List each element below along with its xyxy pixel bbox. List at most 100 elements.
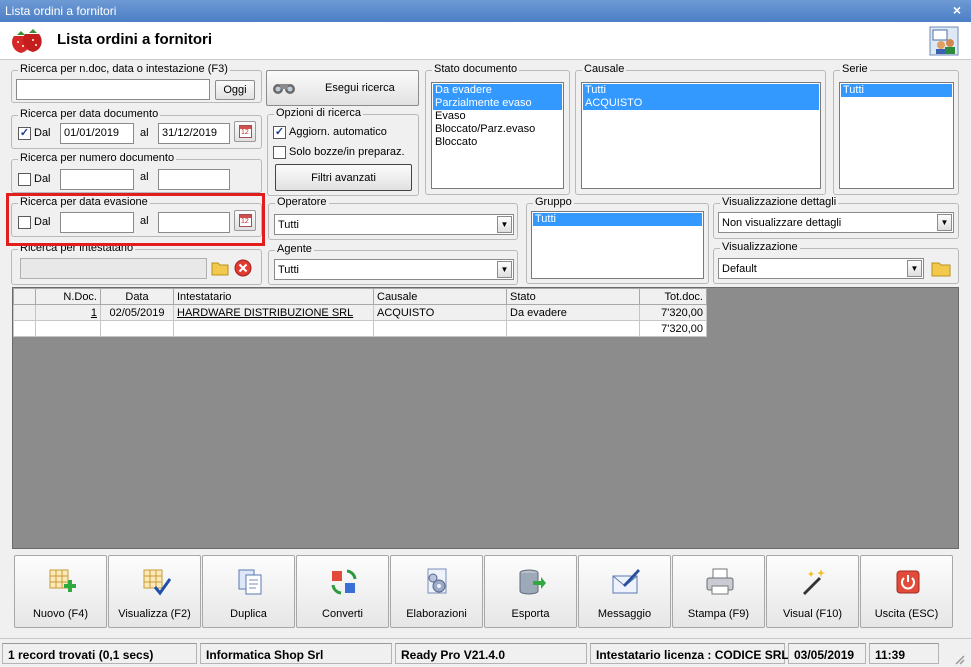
cell-causale: ACQUISTO bbox=[373, 304, 507, 321]
users-help-icon[interactable] bbox=[929, 26, 959, 56]
doc-date-label: Ricerca per data documento bbox=[18, 108, 161, 120]
export-button-label: Esporta bbox=[511, 608, 550, 620]
list-item[interactable]: Bloccato/Parz.evaso bbox=[433, 123, 562, 136]
doc-number-dal-label: Dal bbox=[34, 173, 51, 185]
list-item[interactable]: Da evadere bbox=[433, 84, 562, 97]
cell-ndoc[interactable]: 1 bbox=[35, 304, 101, 321]
view-grid-icon bbox=[143, 569, 171, 596]
detail-view-select[interactable]: Non visualizzare dettagli ▼ bbox=[718, 212, 954, 233]
list-item[interactable]: Evaso bbox=[433, 110, 562, 123]
close-icon[interactable]: × bbox=[953, 2, 961, 18]
list-item[interactable]: Bloccato bbox=[433, 136, 562, 149]
new-button[interactable]: Nuovo (F4) bbox=[14, 555, 107, 628]
operatore-group: Operatore Tutti ▼ bbox=[268, 196, 518, 240]
export-button[interactable]: Esporta bbox=[484, 555, 577, 628]
resize-grip-icon[interactable] bbox=[953, 653, 965, 665]
cell-intestatario[interactable]: HARDWARE DISTRIBUZIONE SRL bbox=[173, 304, 374, 321]
print-button[interactable]: Stampa (F9) bbox=[672, 555, 765, 628]
owner-input[interactable] bbox=[20, 258, 207, 279]
doc-date-from-input[interactable]: 01/01/2019 bbox=[60, 123, 134, 144]
page-header: Lista ordini a fornitori bbox=[0, 22, 971, 60]
convert-icon bbox=[331, 569, 357, 595]
folder-icon[interactable] bbox=[931, 258, 951, 278]
empty-cell bbox=[100, 320, 174, 337]
doc-date-al-label: al bbox=[140, 127, 149, 139]
chevron-down-icon[interactable]: ▼ bbox=[937, 214, 952, 231]
col-header[interactable]: Intestatario bbox=[173, 288, 374, 305]
col-header[interactable]: Tot.doc. bbox=[639, 288, 707, 305]
visual-button[interactable]: Visual (F10) bbox=[766, 555, 859, 628]
list-item[interactable]: Tutti bbox=[841, 84, 952, 97]
duplicate-icon bbox=[238, 569, 262, 595]
status-version: Ready Pro V21.4.0 bbox=[395, 643, 587, 664]
status-time: 11:39 bbox=[869, 643, 939, 664]
duplicate-button[interactable]: Duplica bbox=[202, 555, 295, 628]
search-button[interactable]: Esegui ricerca bbox=[266, 70, 419, 106]
detail-view-group: Visualizzazione dettagli Non visualizzar… bbox=[713, 196, 959, 239]
operatore-select[interactable]: Tutti ▼ bbox=[274, 214, 514, 235]
operatore-value: Tutti bbox=[278, 219, 299, 231]
col-header[interactable]: Stato bbox=[506, 288, 640, 305]
table-total-row: 7'320,00 bbox=[13, 320, 707, 337]
search-input[interactable] bbox=[16, 79, 210, 100]
auto-update-label: Aggiorn. automatico bbox=[289, 126, 387, 138]
magic-wand-icon bbox=[803, 569, 825, 595]
convert-button[interactable]: Converti bbox=[296, 555, 389, 628]
drafts-label: Solo bozze/in preparaz. bbox=[289, 146, 405, 158]
drafts-checkbox[interactable] bbox=[273, 146, 286, 159]
clear-icon[interactable] bbox=[234, 259, 252, 277]
orders-table: N.Doc. Data Intestatario Causale Stato T… bbox=[13, 288, 707, 337]
empty-cell bbox=[173, 320, 374, 337]
serie-list[interactable]: Tutti bbox=[839, 82, 954, 189]
chevron-down-icon[interactable]: ▼ bbox=[497, 261, 512, 278]
col-header[interactable]: Causale bbox=[373, 288, 507, 305]
cell-stato: Da evadere bbox=[506, 304, 640, 321]
doc-date-calendar-button[interactable]: 12 bbox=[234, 121, 256, 142]
status-license: Intestatario licenza : CODICE SRL bbox=[590, 643, 789, 664]
evasion-date-highlight bbox=[6, 193, 265, 246]
col-header[interactable]: N.Doc. bbox=[35, 288, 101, 305]
doc-number-checkbox[interactable] bbox=[18, 173, 31, 186]
col-header[interactable]: Data bbox=[100, 288, 174, 305]
search-button-label: Esegui ricerca bbox=[325, 82, 395, 94]
chevron-down-icon[interactable]: ▼ bbox=[497, 216, 512, 233]
doc-number-from-input[interactable] bbox=[60, 169, 134, 190]
doc-state-label: Stato documento bbox=[432, 63, 520, 75]
view-select[interactable]: Default ▼ bbox=[718, 258, 924, 279]
elaborations-button[interactable]: Elaborazioni bbox=[390, 555, 483, 628]
doc-state-list[interactable]: Da evadere Parzialmente evaso Evaso Bloc… bbox=[431, 82, 564, 189]
doc-date-group: Ricerca per data documento ✓ Dal 01/01/2… bbox=[11, 108, 262, 149]
row-selector[interactable] bbox=[13, 304, 36, 321]
advanced-filters-button[interactable]: Filtri avanzati bbox=[275, 164, 412, 191]
new-button-label: Nuovo (F4) bbox=[32, 608, 89, 620]
status-company: Informatica Shop Srl bbox=[200, 643, 392, 664]
chevron-down-icon[interactable]: ▼ bbox=[907, 260, 922, 277]
exit-button[interactable]: Uscita (ESC) bbox=[860, 555, 953, 628]
serie-group: Serie Tutti bbox=[833, 63, 959, 195]
doc-number-to-input[interactable] bbox=[158, 169, 230, 190]
list-item[interactable]: Parzialmente evaso bbox=[433, 97, 562, 110]
today-button[interactable]: Oggi bbox=[215, 80, 255, 100]
list-item[interactable]: ACQUISTO bbox=[583, 97, 819, 110]
auto-update-checkbox[interactable]: ✓ bbox=[273, 126, 286, 139]
folder-icon[interactable] bbox=[211, 259, 229, 277]
orders-grid[interactable]: N.Doc. Data Intestatario Causale Stato T… bbox=[12, 287, 959, 549]
window-titlebar: Lista ordini a fornitori × bbox=[0, 0, 971, 22]
convert-button-label: Converti bbox=[322, 608, 363, 620]
list-item[interactable]: Tutti bbox=[583, 84, 819, 97]
message-button[interactable]: Messaggio bbox=[578, 555, 671, 628]
message-button-label: Messaggio bbox=[597, 608, 652, 620]
table-row[interactable]: 1 02/05/2019 HARDWARE DISTRIBUZIONE SRL … bbox=[13, 304, 707, 321]
view-button[interactable]: Visualizza (F2) bbox=[108, 555, 201, 628]
new-grid-icon bbox=[49, 569, 76, 592]
detail-view-label: Visualizzazione dettagli bbox=[720, 196, 839, 208]
causale-list[interactable]: Tutti ACQUISTO bbox=[581, 82, 821, 189]
doc-date-to-input[interactable]: 31/12/2019 bbox=[158, 123, 230, 144]
search-text-label: Ricerca per n.doc, data o intestazione (… bbox=[18, 63, 230, 75]
agente-select[interactable]: Tutti ▼ bbox=[274, 259, 514, 280]
binoculars-icon bbox=[273, 84, 295, 94]
power-icon bbox=[896, 570, 920, 594]
doc-date-checkbox[interactable]: ✓ bbox=[18, 127, 31, 140]
gruppo-list[interactable]: Tutti bbox=[531, 211, 704, 279]
list-item[interactable]: Tutti bbox=[533, 213, 702, 226]
